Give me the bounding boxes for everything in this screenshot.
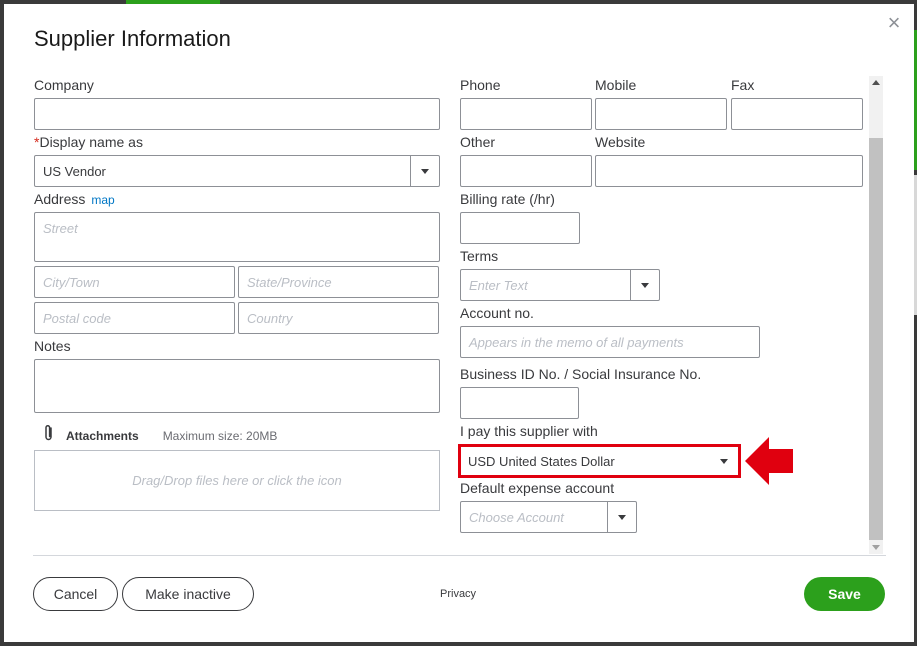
mobile-field[interactable] (595, 98, 727, 130)
company-field[interactable] (34, 98, 440, 130)
fax-field[interactable] (731, 98, 863, 130)
cancel-button[interactable]: Cancel (33, 577, 118, 611)
chevron-down-icon (618, 514, 626, 520)
street-placeholder: Street (43, 221, 78, 236)
dropzone-text: Drag/Drop files here or click the icon (132, 473, 342, 488)
notes-field[interactable] (34, 359, 440, 413)
account-no-placeholder: Appears in the memo of all payments (469, 334, 684, 350)
state-field[interactable]: State/Province (238, 266, 439, 298)
chevron-down-icon (641, 282, 649, 288)
map-link[interactable]: map (91, 193, 114, 207)
chevron-down-icon (720, 459, 728, 464)
privacy-link[interactable]: Privacy (440, 588, 476, 600)
save-button[interactable]: Save (804, 577, 885, 611)
chevron-down-icon (421, 168, 429, 174)
country-placeholder: Country (247, 310, 293, 326)
max-size-text: Maximum size: 20MB (162, 428, 278, 443)
terms-chevron[interactable] (630, 270, 659, 300)
city-placeholder: City/Town (43, 274, 100, 290)
notes-label: Notes (34, 338, 71, 354)
default-expense-chevron[interactable] (607, 502, 636, 532)
website-field[interactable] (595, 155, 863, 187)
default-expense-dropdown[interactable]: Choose Account (460, 501, 637, 533)
billing-rate-label: Billing rate (/hr) (460, 191, 555, 207)
display-name-dropdown[interactable]: US Vendor (34, 155, 440, 187)
account-no-field[interactable]: Appears in the memo of all payments (460, 326, 760, 358)
account-no-label: Account no. (460, 305, 534, 321)
state-placeholder: State/Province (247, 274, 332, 290)
phone-field[interactable] (460, 98, 592, 130)
footer-divider (33, 555, 886, 556)
attachment-dropzone[interactable]: Drag/Drop files here or click the icon (34, 450, 440, 511)
website-label: Website (595, 134, 646, 150)
postal-code-field[interactable]: Postal code (34, 302, 235, 334)
display-name-value: US Vendor (43, 163, 106, 179)
other-label: Other (460, 134, 496, 150)
address-label-row: Address map (34, 191, 115, 207)
attachments-row: Attachments Maximum size: 20MB (44, 424, 277, 447)
city-field[interactable]: City/Town (34, 266, 235, 298)
business-id-field[interactable] (460, 387, 579, 419)
phone-label: Phone (460, 77, 501, 93)
terms-dropdown[interactable]: Enter Text (460, 269, 660, 301)
postal-placeholder: Postal code (43, 310, 111, 326)
company-label: Company (34, 77, 94, 93)
street-field[interactable]: Street (34, 212, 440, 262)
scrollbar[interactable] (869, 76, 883, 554)
billing-rate-field[interactable] (460, 212, 580, 244)
scroll-thumb[interactable] (869, 138, 883, 540)
other-field[interactable] (460, 155, 592, 187)
address-label: Address (34, 191, 86, 207)
default-expense-label: Default expense account (460, 480, 615, 496)
scroll-down-icon[interactable] (872, 545, 880, 550)
currency-dropdown[interactable]: USD United States Dollar (462, 448, 737, 474)
display-name-chevron[interactable] (410, 156, 439, 186)
paperclip-icon[interactable] (44, 424, 54, 447)
terms-placeholder: Enter Text (469, 277, 528, 293)
supplier-dialog: Supplier Information × Company *Display … (4, 4, 914, 642)
red-arrow-icon (745, 437, 793, 485)
scroll-up-icon[interactable] (872, 80, 880, 85)
business-id-label: Business ID No. / Social Insurance No. (460, 366, 702, 382)
mobile-label: Mobile (595, 77, 637, 93)
country-field[interactable]: Country (238, 302, 439, 334)
close-icon[interactable]: × (884, 12, 904, 34)
display-name-label-text: Display name as (39, 134, 143, 150)
pay-with-label: I pay this supplier with (460, 423, 598, 439)
fax-label: Fax (731, 77, 755, 93)
terms-label: Terms (460, 248, 499, 264)
default-expense-placeholder: Choose Account (469, 509, 564, 525)
attachments-label: Attachments (66, 428, 139, 443)
currency-value: USD United States Dollar (468, 453, 615, 469)
dialog-title: Supplier Information (34, 26, 231, 51)
display-name-label: *Display name as (34, 134, 143, 150)
make-inactive-button[interactable]: Make inactive (122, 577, 254, 611)
